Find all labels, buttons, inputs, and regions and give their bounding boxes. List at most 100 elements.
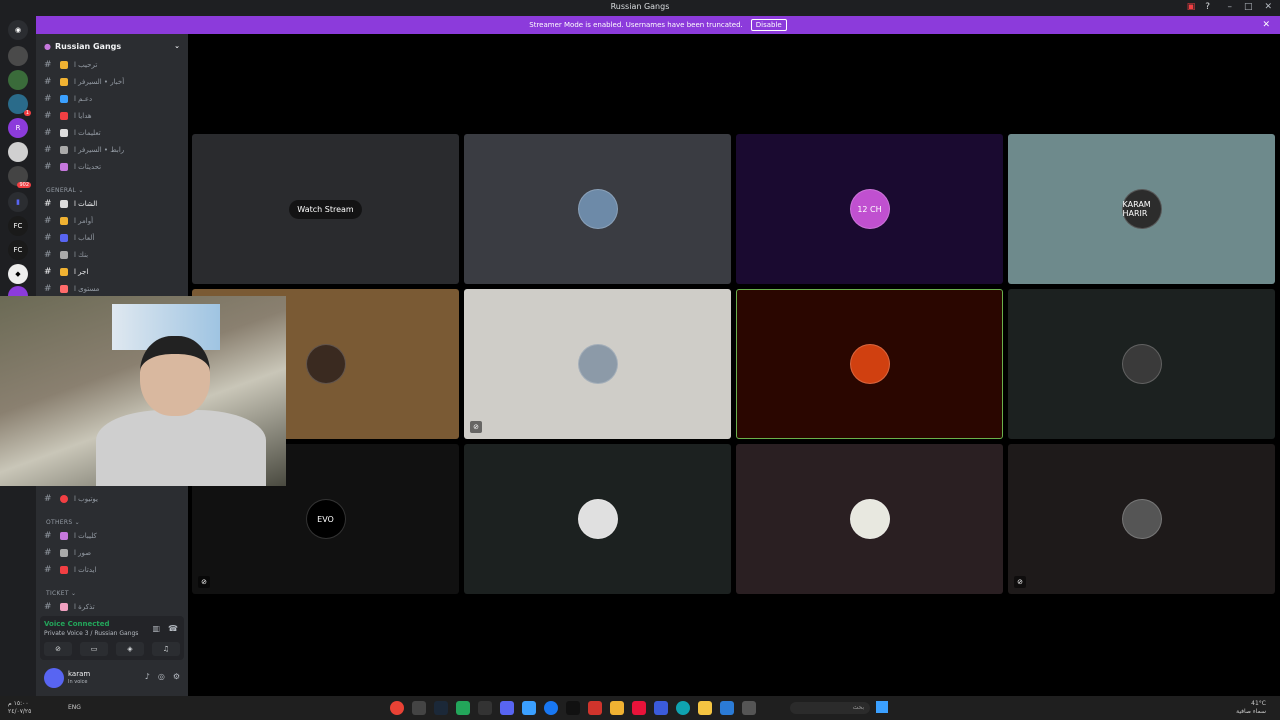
disconnect-icon[interactable]: ☎ (168, 624, 178, 633)
channel-item[interactable]: # كليبات ا (44, 529, 182, 543)
avatar[interactable] (44, 668, 64, 688)
participant-tile[interactable]: 12 CH (736, 134, 1003, 284)
server-icon[interactable] (8, 142, 28, 162)
file-icon[interactable] (412, 701, 426, 715)
channel-item[interactable]: # صور ا (44, 546, 182, 560)
window-title: Russian Gangs (610, 2, 670, 11)
gear-icon[interactable]: ⚙ (173, 672, 180, 681)
channel-emoji-icon (60, 95, 68, 103)
weather-description: سماء صافية (1236, 708, 1266, 715)
inbox-icon[interactable]: ▣ (1187, 2, 1196, 12)
category-general[interactable]: GENERAL ⌄ (46, 187, 84, 194)
chrome-icon[interactable] (390, 701, 404, 715)
microphone-icon[interactable]: ♪ (145, 672, 150, 681)
channel-item[interactable]: # ألعاب ا (44, 231, 182, 245)
server-icon[interactable]: R (8, 118, 28, 138)
discord-icon[interactable] (500, 701, 514, 715)
screen-share-icon[interactable]: ▭ (80, 642, 108, 656)
app-icon[interactable] (456, 701, 470, 715)
channel-item[interactable]: # تعليمات ا (44, 126, 182, 140)
weather-widget[interactable]: 41°C سماء صافية (1236, 700, 1266, 716)
avatar (849, 344, 890, 384)
channel-label: اجر ا (74, 268, 89, 276)
category-others[interactable]: OTHERS ⌄ (46, 519, 80, 526)
participant-tile[interactable] (464, 444, 731, 594)
clock-time[interactable]: ١٥:٠٠ م (8, 700, 31, 708)
steam-icon[interactable] (434, 701, 448, 715)
channel-item[interactable]: # أوامر ا (44, 214, 182, 228)
server-icon[interactable]: 902 (8, 166, 31, 188)
activity-icon[interactable]: ◈ (116, 642, 144, 656)
app-icon[interactable] (720, 701, 734, 715)
window-titlebar: Russian Gangs ▣ ? – □ ✕ (0, 0, 1280, 16)
stream-tile[interactable]: Watch Stream (192, 134, 459, 284)
channel-label: كليبات ا (74, 532, 97, 540)
channel-item[interactable]: # تحديثات ا (44, 160, 182, 174)
server-icon[interactable]: FC (8, 216, 28, 236)
camera-off-icon[interactable]: ⊘ (44, 642, 72, 656)
close-window-icon[interactable]: ✕ (1264, 2, 1272, 12)
channel-item[interactable]: # بنك ا (44, 248, 182, 262)
webcam-overlay (0, 296, 286, 486)
close-banner-icon[interactable]: ✕ (1262, 20, 1270, 30)
channel-item[interactable]: # اجر ا (44, 265, 182, 279)
server-header[interactable]: ● Russian Gangs ⌄ (36, 34, 188, 58)
channel-item[interactable]: # تذكرة ا (44, 600, 182, 614)
help-icon[interactable]: ? (1205, 2, 1210, 12)
app-icon[interactable] (588, 701, 602, 715)
participant-tile[interactable]: ⊘ (1008, 444, 1275, 594)
participant-tile[interactable] (736, 444, 1003, 594)
channel-emoji-icon (60, 603, 68, 611)
server-icon[interactable] (8, 46, 28, 66)
edge-icon[interactable] (676, 701, 690, 715)
app-icon[interactable] (632, 701, 646, 715)
disable-streamer-mode-button[interactable]: Disable (750, 19, 787, 31)
channel-item[interactable]: # الشات ا (44, 197, 182, 211)
server-icon[interactable]: FC (8, 240, 28, 260)
language-indicator[interactable]: ENG (68, 704, 81, 711)
category-ticket[interactable]: TICKET ⌄ (46, 590, 76, 597)
hash-icon: # (44, 128, 52, 138)
participant-tile[interactable]: KARAM HARIR (1008, 134, 1275, 284)
channel-emoji-icon (60, 251, 68, 259)
facebook-icon[interactable] (544, 701, 558, 715)
taskbar-search[interactable]: بحث (790, 702, 870, 714)
channel-item[interactable]: # أخبار • السيرفر ا (44, 75, 182, 89)
server-icon[interactable] (8, 70, 28, 90)
app-icon[interactable] (654, 701, 668, 715)
channel-item[interactable]: # ايدتات ا (44, 563, 182, 577)
clock-date[interactable]: ٢٤/٠٧/٢٥ (8, 708, 31, 716)
watch-stream-button[interactable]: Watch Stream (289, 199, 362, 219)
discord-home-icon[interactable]: ◉ (8, 20, 28, 40)
folder-icon[interactable]: ▮ (8, 192, 28, 212)
channel-emoji-icon (60, 112, 68, 120)
app-icon[interactable] (478, 701, 492, 715)
app-icon[interactable] (522, 701, 536, 715)
tiktok-icon[interactable] (566, 701, 580, 715)
channel-youtube[interactable]: # يوتيوب ا (44, 492, 182, 506)
server-icon[interactable]: 1 (8, 94, 31, 116)
channel-label: رابط • السيرفر ا (74, 146, 125, 154)
minimize-icon[interactable]: – (1227, 2, 1232, 12)
headphones-icon[interactable]: ◎ (158, 672, 165, 681)
voice-channel-name[interactable]: Private Voice 3 / Russian Gangs (44, 630, 138, 637)
channel-item[interactable]: # هدايا ا (44, 109, 182, 123)
participant-tile[interactable] (736, 289, 1003, 439)
hash-icon: # (44, 94, 52, 104)
start-icon[interactable] (876, 701, 888, 713)
participant-tile[interactable] (1008, 289, 1275, 439)
channel-item[interactable]: # دعـم ا (44, 92, 182, 106)
channel-item[interactable]: # رابط • السيرفر ا (44, 143, 182, 157)
server-icon[interactable]: ◆ (8, 264, 28, 284)
participant-tile[interactable]: ⊘ (464, 289, 731, 439)
channel-item[interactable]: # ترحيب ا (44, 58, 182, 72)
app-icon[interactable] (742, 701, 756, 715)
signal-icon[interactable]: ▥ (152, 624, 160, 633)
participant-tile[interactable] (464, 134, 731, 284)
hash-icon: # (44, 250, 52, 260)
soundboard-icon[interactable]: ♫ (152, 642, 180, 656)
maximize-icon[interactable]: □ (1244, 2, 1253, 12)
folder-icon[interactable] (698, 701, 712, 715)
app-icon[interactable] (610, 701, 624, 715)
channel-item[interactable]: # مستوى ا (44, 282, 182, 296)
